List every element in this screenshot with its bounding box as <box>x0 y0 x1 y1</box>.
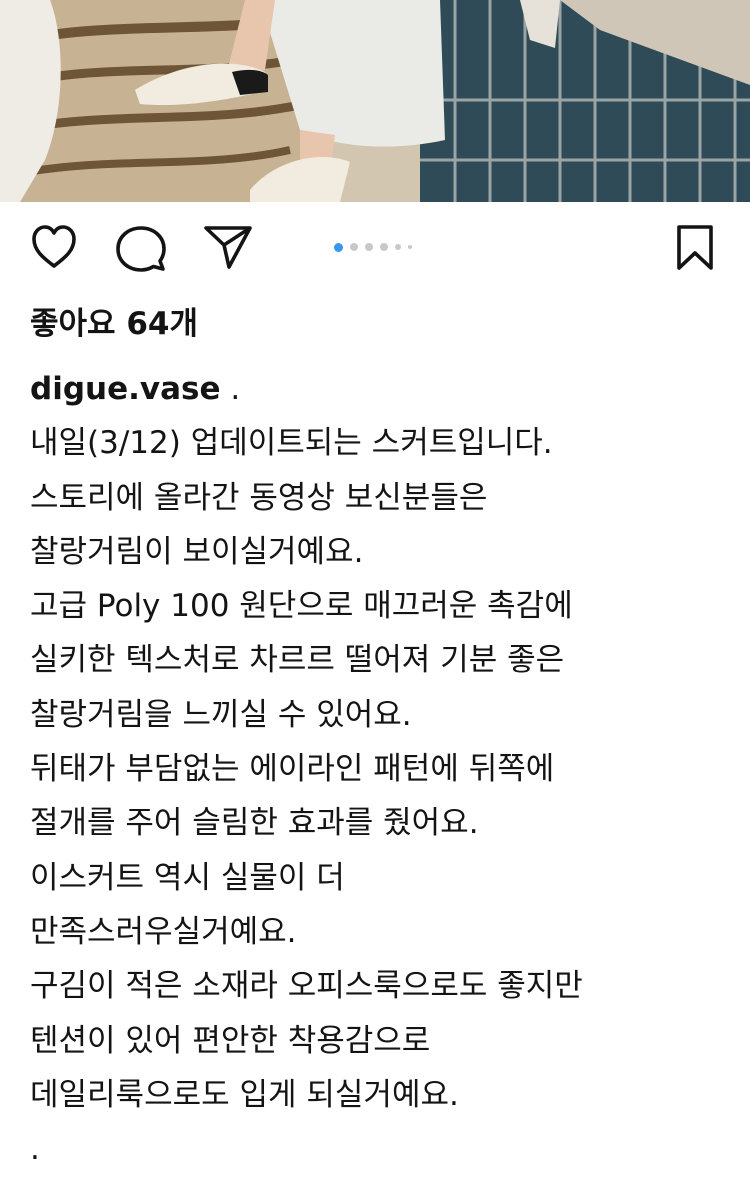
carousel-dot-active <box>334 242 343 252</box>
caption-line: 이스커트 역시 실물이 더 <box>30 859 345 896</box>
post-caption: digue.vase . 내일(3/12) 업데이트되는 스커트입니다. 스토리… <box>30 362 735 1176</box>
caption-line: 찰랑거림이 보이실거예요. <box>30 533 364 570</box>
carousel-dot <box>365 243 373 251</box>
caption-first-line-suffix: . <box>220 371 241 407</box>
likes-count[interactable]: 좋아요 64개 <box>30 302 198 346</box>
post-action-bar <box>0 202 750 294</box>
carousel-dot <box>380 243 388 251</box>
heart-icon[interactable] <box>30 224 78 270</box>
carousel-indicator <box>334 241 412 253</box>
caption-line: 실키한 텍스처로 차르르 떨어져 기분 좋은 <box>30 642 565 679</box>
caption-line: 만족스러우실거예요. <box>30 913 297 950</box>
post-photo[interactable] <box>0 0 750 202</box>
caption-line: 절개를 주어 슬림한 효과를 줬어요. <box>30 805 479 842</box>
caption-line: 찰랑거림을 느끼실 수 있어요. <box>30 696 412 733</box>
bookmark-icon[interactable] <box>674 224 716 272</box>
caption-line: . <box>30 1131 40 1168</box>
carousel-dot <box>408 245 412 249</box>
caption-line: 데일리룩으로도 입게 되실거예요. <box>30 1076 459 1113</box>
paper-plane-icon[interactable] <box>203 224 253 270</box>
caption-line: 뒤태가 부담없는 에이라인 패턴에 뒤쪽에 <box>30 751 555 788</box>
comment-bubble-icon[interactable] <box>116 224 166 272</box>
caption-line: 스토리에 올라간 동영상 보신분들은 <box>30 479 488 516</box>
caption-author-line: digue.vase . <box>30 362 735 416</box>
username[interactable]: digue.vase <box>30 371 220 407</box>
caption-line: 내일(3/12) 업데이트되는 스커트입니다. <box>30 425 553 462</box>
carousel-dot <box>395 244 401 250</box>
caption-line: 구김이 적은 소재라 오피스룩으로도 좋지만 <box>30 968 583 1005</box>
caption-line: 텐션이 있어 편안한 착용감으로 <box>30 1022 431 1059</box>
caption-line: 고급 Poly 100 원단으로 매끄러운 촉감에 <box>30 588 573 625</box>
carousel-dot <box>350 243 358 251</box>
post-photo-art <box>0 0 750 202</box>
